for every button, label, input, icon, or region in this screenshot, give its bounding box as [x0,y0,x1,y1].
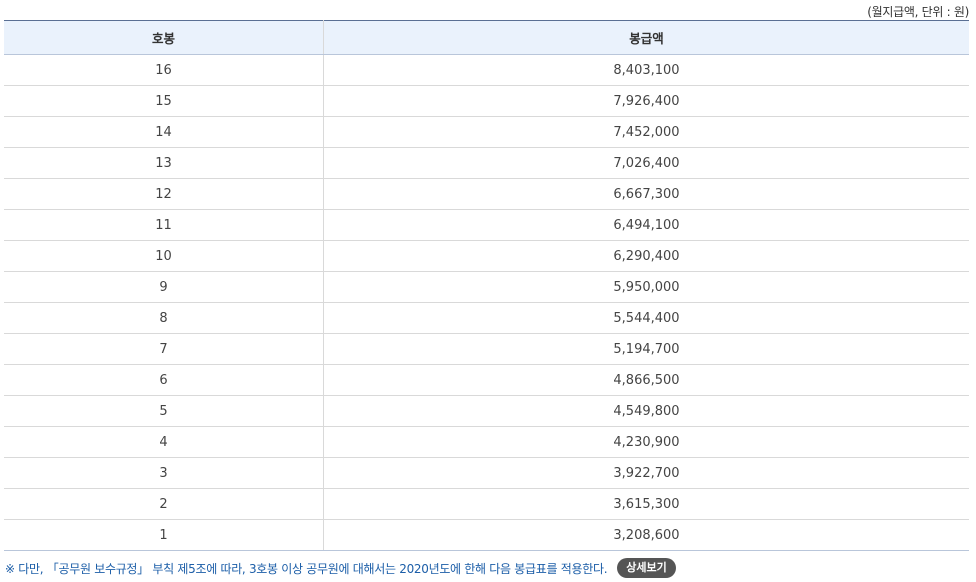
table-row: 12 6,667,300 [4,178,969,210]
table-row: 3 3,922,700 [4,457,969,489]
table-row: 9 5,950,000 [4,271,969,303]
amount-cell: 3,922,700 [323,457,969,489]
amount-cell: 5,194,700 [323,333,969,365]
step-cell: 9 [4,271,324,303]
header-amount: 봉급액 [323,20,969,55]
amount-cell: 7,452,000 [323,116,969,148]
amount-cell: 7,026,400 [323,147,969,179]
table-row: 8 5,544,400 [4,302,969,334]
footnote-text: ※ 다만, 「공무원 보수규정」 부칙 제5조에 따라, 3호봉 이상 공무원에… [5,561,608,576]
table-body: 16 8,403,100 15 7,926,400 14 7,452,000 13 7,… [4,54,969,551]
table-row: 6 4,866,500 [4,364,969,396]
amount-cell: 5,950,000 [323,271,969,303]
table-row: 4 4,230,900 [4,426,969,458]
amount-cell: 4,549,800 [323,395,969,427]
table-header-row: 호봉 봉급액 [4,20,969,55]
header-step: 호봉 [4,20,324,55]
table-row: 14 7,452,000 [4,116,969,148]
table-row: 10 6,290,400 [4,240,969,272]
amount-cell: 6,494,100 [323,209,969,241]
amount-cell: 6,667,300 [323,178,969,210]
step-cell: 1 [4,519,324,551]
step-cell: 15 [4,85,324,117]
amount-cell: 3,615,300 [323,488,969,520]
step-cell: 2 [4,488,324,520]
step-cell: 8 [4,302,324,334]
amount-cell: 6,290,400 [323,240,969,272]
step-cell: 5 [4,395,324,427]
step-cell: 7 [4,333,324,365]
step-cell: 3 [4,457,324,489]
view-details-button[interactable]: 상세보기 [617,558,676,578]
step-cell: 14 [4,116,324,148]
step-cell: 11 [4,209,324,241]
step-cell: 16 [4,54,324,86]
step-cell: 12 [4,178,324,210]
amount-cell: 4,866,500 [323,364,969,396]
table-row: 13 7,026,400 [4,147,969,179]
table-row: 11 6,494,100 [4,209,969,241]
step-cell: 10 [4,240,324,272]
amount-cell: 8,403,100 [323,54,969,86]
step-cell: 13 [4,147,324,179]
table-row: 5 4,549,800 [4,395,969,427]
table-row: 1 3,208,600 [4,519,969,551]
amount-cell: 5,544,400 [323,302,969,334]
amount-cell: 3,208,600 [323,519,969,551]
salary-table: 호봉 봉급액 16 8,403,100 15 7,926,400 14 7,452,0… [4,20,969,551]
table-row: 15 7,926,400 [4,85,969,117]
step-cell: 6 [4,364,324,396]
amount-cell: 4,230,900 [323,426,969,458]
unit-note: (월지급액, 단위 : 원) [867,5,969,19]
amount-cell: 7,926,400 [323,85,969,117]
table-row: 7 5,194,700 [4,333,969,365]
table-row: 16 8,403,100 [4,54,969,86]
footnote: ※ 다만, 「공무원 보수규정」 부칙 제5조에 따라, 3호봉 이상 공무원에… [5,558,676,578]
step-cell: 4 [4,426,324,458]
table-row: 2 3,615,300 [4,488,969,520]
